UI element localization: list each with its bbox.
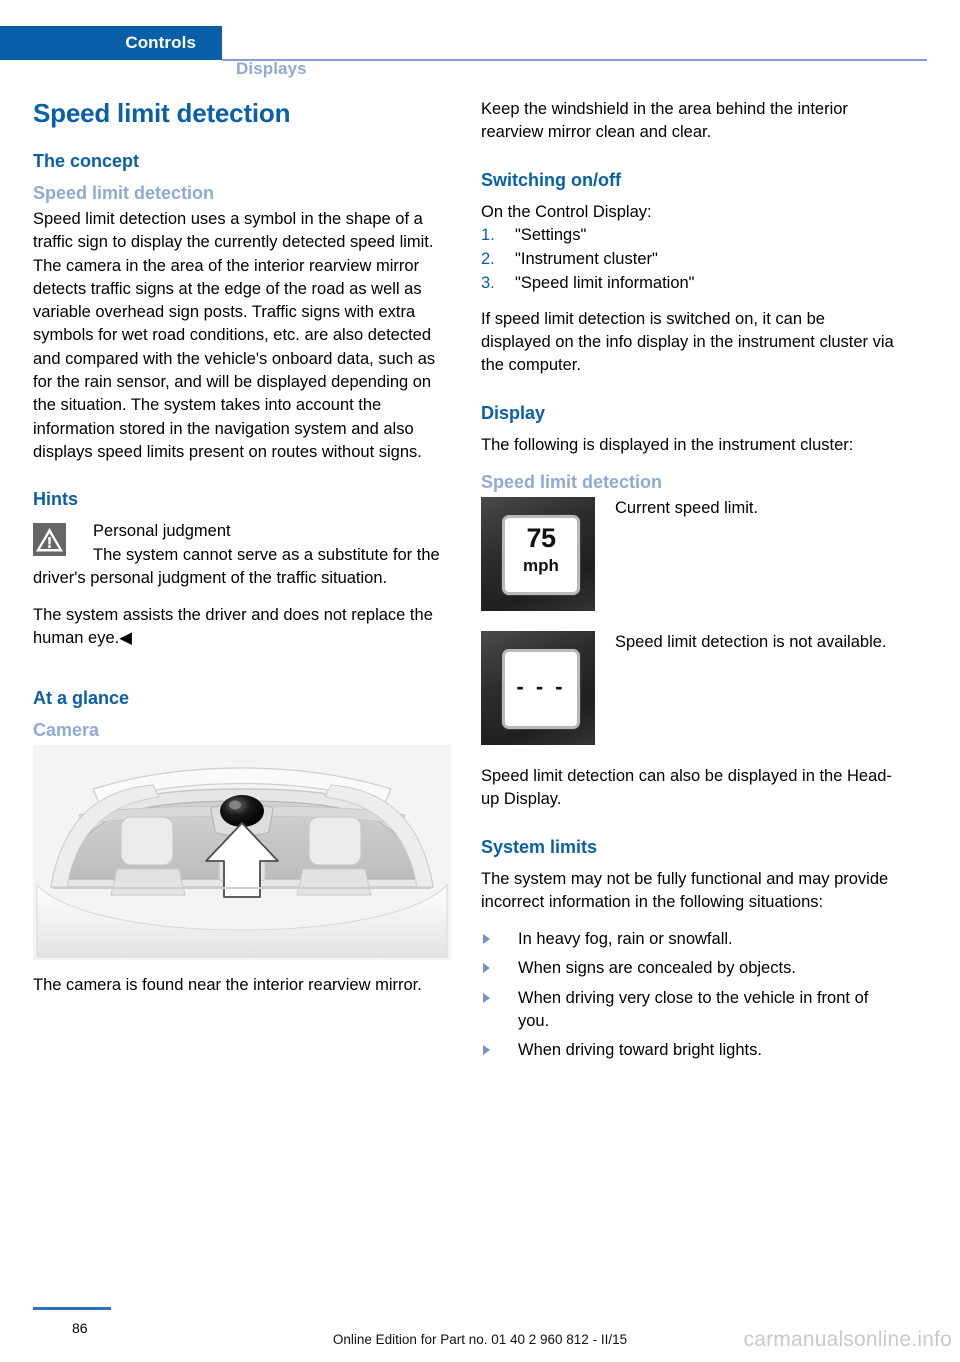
list-item-label: When driving very close to the vehicle i…	[518, 988, 869, 1031]
warning-triangle-icon	[33, 523, 66, 557]
list-item-label: When signs are concealed by objects.	[518, 959, 796, 978]
warning-title: Personal judgment	[93, 522, 231, 541]
sign-dashes: - - -	[516, 673, 566, 699]
list-item: 1. "Settings"	[481, 224, 899, 247]
heading-the-concept: The concept	[33, 151, 140, 171]
display-intro-text: The following is displayed in the instru…	[481, 435, 854, 454]
triangle-bullet-icon	[483, 934, 490, 945]
heading-display: Display	[481, 402, 546, 423]
header-tabbar: Controls Displays	[0, 26, 960, 78]
step-label: "Settings"	[515, 225, 587, 244]
speed-limit-sign-75-mph-icon: 75 mph	[481, 496, 595, 611]
list-item-label: When driving toward bright lights.	[518, 1041, 762, 1060]
footer-divider	[33, 1307, 111, 1310]
heading-system-limits: System limits	[481, 836, 598, 857]
tab-displays[interactable]: Displays	[236, 59, 307, 79]
list-item: 3. "Speed limit information"	[481, 272, 899, 295]
step-number: 3.	[481, 274, 495, 293]
heading-switching-on-off: Switching on/off	[481, 169, 621, 190]
list-item: When driving toward bright lights.	[481, 1039, 899, 1062]
page-title: Speed limit detection	[33, 98, 291, 128]
triangle-bullet-icon	[483, 963, 490, 974]
list-item: When signs are concealed by objects.	[481, 957, 899, 980]
site-watermark: carmanualsonline.info	[743, 1328, 952, 1351]
list-item: 2. "Instrument cluster"	[481, 248, 899, 271]
sign-plate: 75 mph	[502, 514, 580, 595]
triangle-bullet-icon	[483, 1045, 490, 1056]
heading-at-a-glance: At a glance	[33, 687, 130, 708]
windshield-note-text: Keep the windshield in the area behind t…	[481, 100, 848, 142]
heading-hints: Hints	[33, 489, 78, 510]
head-up-display-note: Speed limit detection can also be displa…	[481, 766, 892, 809]
sign-unit: mph	[523, 555, 559, 575]
speed-limit-sign-unavailable-icon: - - -	[481, 630, 595, 745]
subheading-speed-limit-detection: Speed limit detection	[33, 183, 215, 203]
sign-plate: - - -	[502, 648, 580, 729]
step-label: "Instrument cluster"	[515, 250, 658, 269]
display-icon-row-unavailable: - - - Speed limit detection is not avail…	[481, 630, 899, 745]
sign-number: 75	[526, 522, 556, 553]
tab-controls[interactable]: Controls	[0, 26, 222, 60]
warning-note: Personal judgment The system cannot serv…	[33, 520, 451, 590]
switching-body-text: If speed limit detection is switched on,…	[481, 309, 894, 375]
subheading-camera: Camera	[33, 719, 100, 740]
camera-figure-caption: The camera is found near the interior re…	[33, 975, 422, 994]
icon-caption: Speed limit detection is not available.	[615, 632, 887, 651]
header-divider	[222, 59, 927, 61]
step-number: 1.	[481, 225, 495, 244]
tab-controls-label: Controls	[125, 33, 196, 52]
system-limits-intro-text: The system may not be fully functional a…	[481, 869, 889, 911]
camera-location-figure	[33, 744, 451, 960]
switching-intro-text: On the Control Display:	[481, 202, 652, 221]
step-number: 2.	[481, 250, 495, 269]
list-item-label: In heavy fog, rain or snowfall.	[518, 930, 733, 949]
icon-caption: Current speed limit.	[615, 498, 759, 517]
triangle-bullet-icon	[483, 992, 490, 1003]
display-icon-row-current-limit: 75 mph Current speed limit.	[481, 496, 899, 611]
hint-closing-text: The system assists the driver and does n…	[33, 606, 433, 648]
subheading-speed-limit-detection-display: Speed limit detection	[481, 471, 663, 492]
switching-steps-list: 1. "Settings" 2. "Instrument cluster" 3.…	[481, 224, 899, 296]
left-column: Speed limit detection The concept Speed …	[33, 98, 451, 1011]
list-item: In heavy fog, rain or snowfall.	[481, 928, 899, 951]
concept-body-text: Speed limit detection uses a symbol in t…	[33, 210, 436, 461]
list-item: When driving very close to the vehicle i…	[481, 987, 899, 1034]
right-column: Keep the windshield in the area behind t…	[481, 98, 899, 1069]
system-limits-list: In heavy fog, rain or snowfall. When sig…	[481, 928, 899, 1062]
warning-body: The system cannot serve as a substitute …	[33, 545, 440, 587]
step-label: "Speed limit information"	[515, 274, 695, 293]
